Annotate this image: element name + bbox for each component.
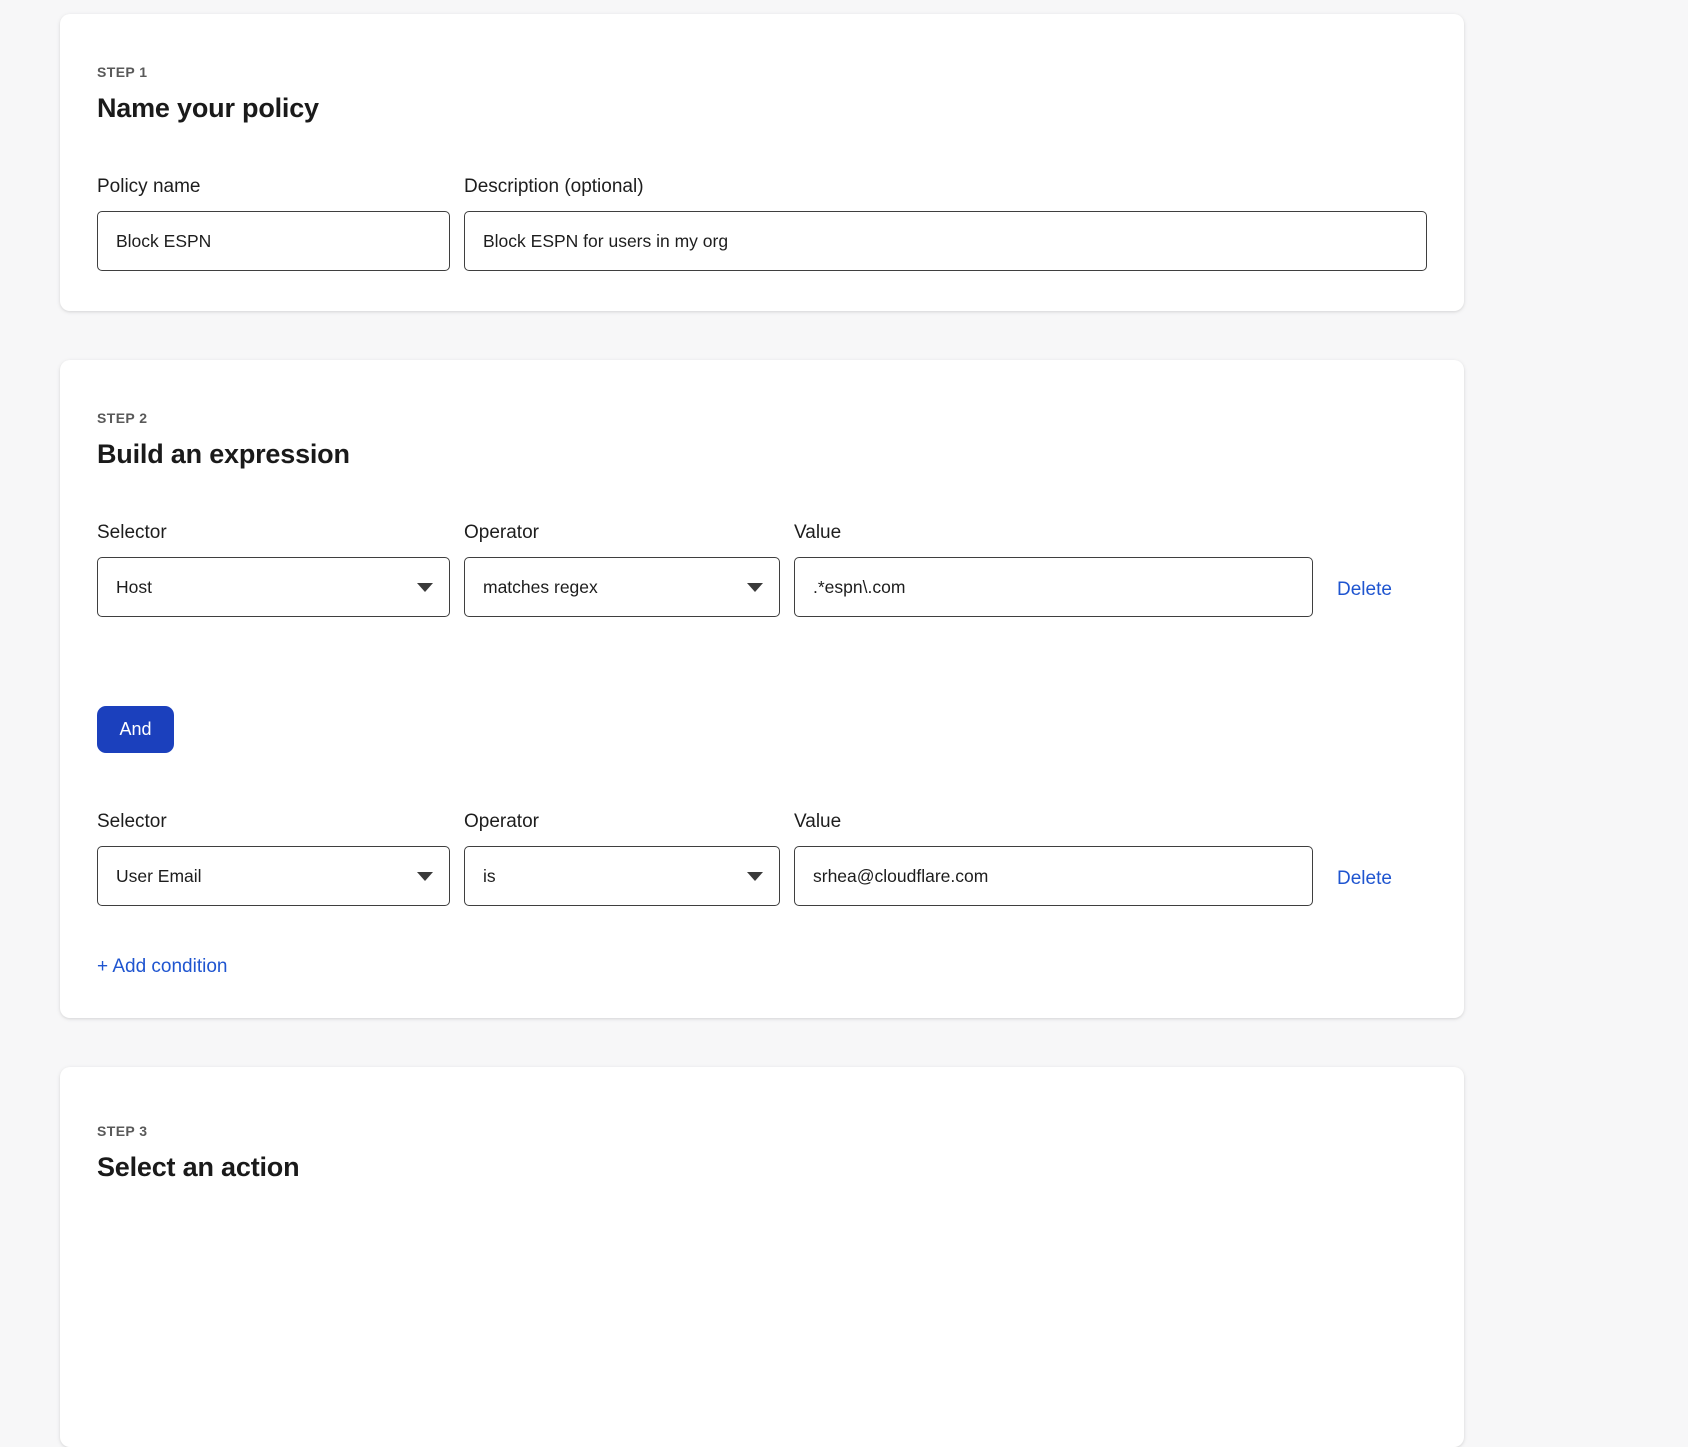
operator-value: is	[483, 866, 496, 887]
step2-card: STEP 2 Build an expression Selector Host…	[60, 360, 1464, 1018]
delete-cell: Delete	[1337, 868, 1392, 890]
delete-condition-link[interactable]: Delete	[1337, 579, 1392, 600]
step3-label: STEP 3	[97, 1123, 1427, 1139]
operator-value: matches regex	[483, 577, 598, 598]
chevron-down-icon	[747, 583, 763, 592]
selector-dropdown[interactable]: Host	[97, 557, 450, 617]
selector-label: Selector	[97, 522, 450, 544]
value-field: Value	[794, 522, 1313, 617]
selector-field: Selector Host	[97, 522, 450, 617]
step1-form-row: Policy name Description (optional)	[97, 176, 1427, 271]
selector-field: Selector User Email	[97, 811, 450, 906]
selector-value: User Email	[116, 866, 202, 887]
operator-field: Operator is	[464, 811, 780, 906]
operator-label: Operator	[464, 811, 780, 833]
step1-label: STEP 1	[97, 64, 1427, 80]
policy-builder-page: STEP 1 Name your policy Policy name Desc…	[0, 0, 1688, 1447]
and-button[interactable]: And	[97, 706, 174, 753]
selector-label: Selector	[97, 811, 450, 833]
value-input[interactable]	[794, 846, 1313, 906]
operator-dropdown[interactable]: matches regex	[464, 557, 780, 617]
step1-title: Name your policy	[97, 93, 1427, 124]
delete-condition-link[interactable]: Delete	[1337, 868, 1392, 889]
delete-cell: Delete	[1337, 579, 1392, 601]
operator-field: Operator matches regex	[464, 522, 780, 617]
step3-title: Select an action	[97, 1152, 1427, 1183]
description-field: Description (optional)	[464, 176, 1427, 271]
description-input[interactable]	[464, 211, 1427, 271]
step2-title: Build an expression	[97, 439, 1427, 470]
condition-row-1: Selector Host Operator matches regex Val…	[97, 522, 1427, 617]
condition-row-2: Selector User Email Operator is Value De…	[97, 811, 1427, 906]
value-field: Value	[794, 811, 1313, 906]
value-label: Value	[794, 522, 1313, 544]
operator-label: Operator	[464, 522, 780, 544]
policy-name-field: Policy name	[97, 176, 450, 271]
chevron-down-icon	[417, 583, 433, 592]
value-input[interactable]	[794, 557, 1313, 617]
description-label: Description (optional)	[464, 176, 1427, 198]
selector-value: Host	[116, 577, 152, 598]
policy-name-label: Policy name	[97, 176, 450, 198]
step2-label: STEP 2	[97, 410, 1427, 426]
step1-card: STEP 1 Name your policy Policy name Desc…	[60, 14, 1464, 311]
step3-card: STEP 3 Select an action	[60, 1067, 1464, 1447]
chevron-down-icon	[417, 872, 433, 881]
selector-dropdown[interactable]: User Email	[97, 846, 450, 906]
chevron-down-icon	[747, 872, 763, 881]
operator-dropdown[interactable]: is	[464, 846, 780, 906]
value-label: Value	[794, 811, 1313, 833]
add-condition-link[interactable]: + Add condition	[97, 956, 227, 978]
policy-name-input[interactable]	[97, 211, 450, 271]
